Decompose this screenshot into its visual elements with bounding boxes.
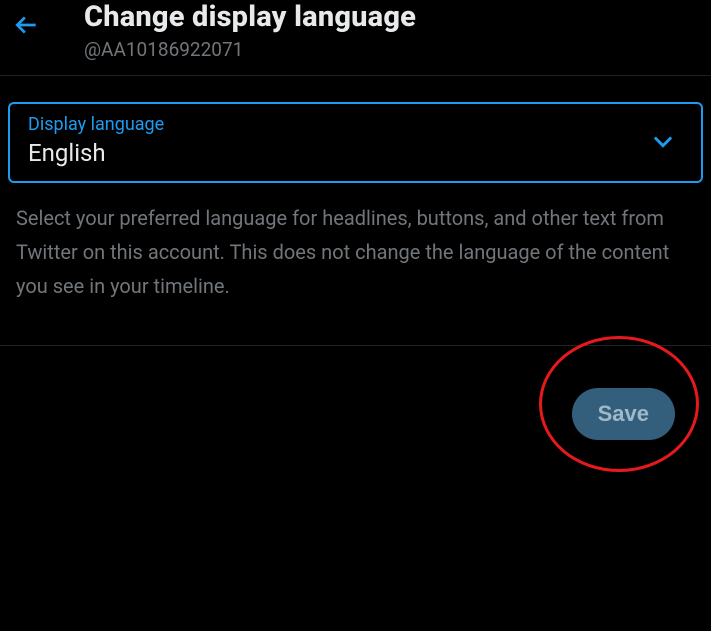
display-language-select[interactable]: Display language English	[8, 102, 703, 183]
select-value: English	[28, 139, 683, 167]
header-titles: Change display language @AA10186922071	[84, 0, 416, 61]
content-area: Display language English Select your pre…	[0, 76, 711, 303]
save-button[interactable]: Save	[572, 388, 675, 440]
language-description: Select your preferred language for headl…	[8, 183, 703, 303]
select-label: Display language	[28, 114, 683, 135]
save-area: Save	[0, 346, 711, 496]
back-button[interactable]	[10, 6, 44, 48]
page-title: Change display language	[84, 0, 416, 34]
arrow-left-icon	[14, 23, 40, 42]
user-handle: @AA10186922071	[84, 38, 416, 61]
page-header: Change display language @AA10186922071	[0, 0, 711, 76]
chevron-down-icon	[649, 127, 677, 159]
